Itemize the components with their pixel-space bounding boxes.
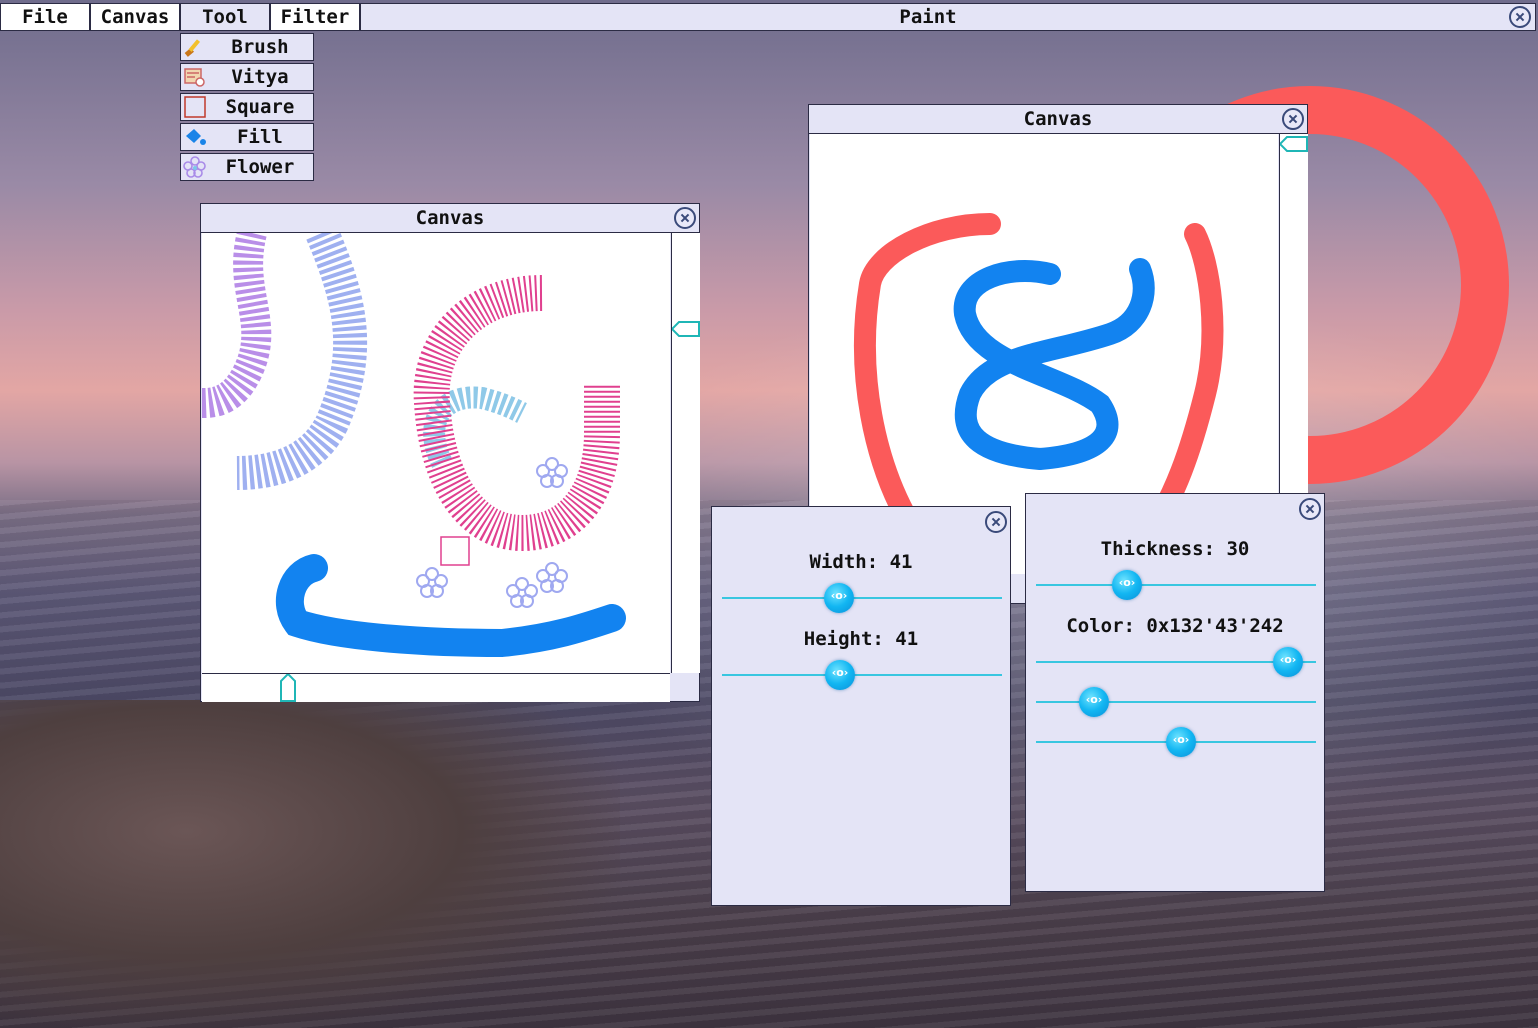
vscroll-thumb-icon[interactable] <box>672 321 700 337</box>
width-slider-knob-icon[interactable] <box>824 583 854 613</box>
color-green-slider-knob-icon[interactable] <box>1079 687 1109 717</box>
canvas-window-left: Canvas <box>200 203 700 702</box>
tool-item-label: Fill <box>237 126 283 148</box>
thickness-label: Thickness: 30 <box>1100 538 1250 560</box>
drawing-content <box>202 233 626 658</box>
tool-item-label: Square <box>225 96 295 118</box>
tool-item-vitya[interactable]: Vitya <box>180 63 314 91</box>
height-slider[interactable] <box>722 674 1002 676</box>
thickness-slider[interactable] <box>1036 584 1316 586</box>
app-close-icon[interactable] <box>1509 6 1531 28</box>
color-red-slider-knob-icon[interactable] <box>1273 647 1303 677</box>
drawing-canvas-left[interactable] <box>202 233 670 673</box>
tool-item-square[interactable]: Square <box>180 93 314 121</box>
tool-item-brush[interactable]: Brush <box>180 33 314 61</box>
width-slider[interactable] <box>722 597 1002 599</box>
color-green-slider[interactable] <box>1036 701 1316 703</box>
flower-icon <box>183 156 206 178</box>
vitya-icon <box>184 68 205 87</box>
app-title: Paint <box>899 6 957 28</box>
brush-settings-panel: Thickness: 30 Color: 0x132'43'242 <box>1025 493 1325 892</box>
canvas-window-title: Canvas <box>809 105 1307 134</box>
width-label: Width: 41 <box>809 551 913 573</box>
tool-item-label: Vitya <box>231 66 289 88</box>
menu-file[interactable]: File <box>1 4 91 30</box>
size-panel-close-icon[interactable] <box>985 511 1007 533</box>
canvas-left-vscrollbar[interactable] <box>671 233 700 673</box>
height-label: Height: 41 <box>803 628 919 650</box>
square-icon <box>184 96 206 118</box>
tool-item-flower[interactable]: Flower <box>180 153 314 181</box>
tool-item-label: Flower <box>225 156 295 178</box>
menu-bar: File Canvas Tool Filter Paint <box>0 3 1536 31</box>
hscroll-thumb-icon[interactable] <box>280 674 296 702</box>
color-blue-slider-knob-icon[interactable] <box>1166 727 1196 757</box>
menu-canvas[interactable]: Canvas <box>91 4 181 30</box>
menu-filter[interactable]: Filter <box>271 4 361 30</box>
size-settings-panel: Width: 41 Height: 41 <box>711 506 1011 906</box>
tool-item-label: Brush <box>231 36 289 58</box>
menu-tool[interactable]: Tool <box>181 4 271 30</box>
canvas-left-close-icon[interactable] <box>674 207 696 229</box>
height-slider-knob-icon[interactable] <box>825 660 855 690</box>
brush-icon <box>184 39 201 57</box>
tool-item-fill[interactable]: Fill <box>180 123 314 151</box>
background-rocks <box>0 700 620 1028</box>
brush-panel-close-icon[interactable] <box>1299 498 1321 520</box>
canvas-right-close-icon[interactable] <box>1282 108 1304 130</box>
thickness-slider-knob-icon[interactable] <box>1112 570 1142 600</box>
vscroll-thumb-icon[interactable] <box>1280 136 1308 152</box>
canvas-window-title: Canvas <box>201 204 699 233</box>
color-label: Color: 0x132'43'242 <box>1066 615 1284 637</box>
canvas-left-hscrollbar[interactable] <box>202 673 670 702</box>
fill-bucket-icon <box>186 129 206 145</box>
